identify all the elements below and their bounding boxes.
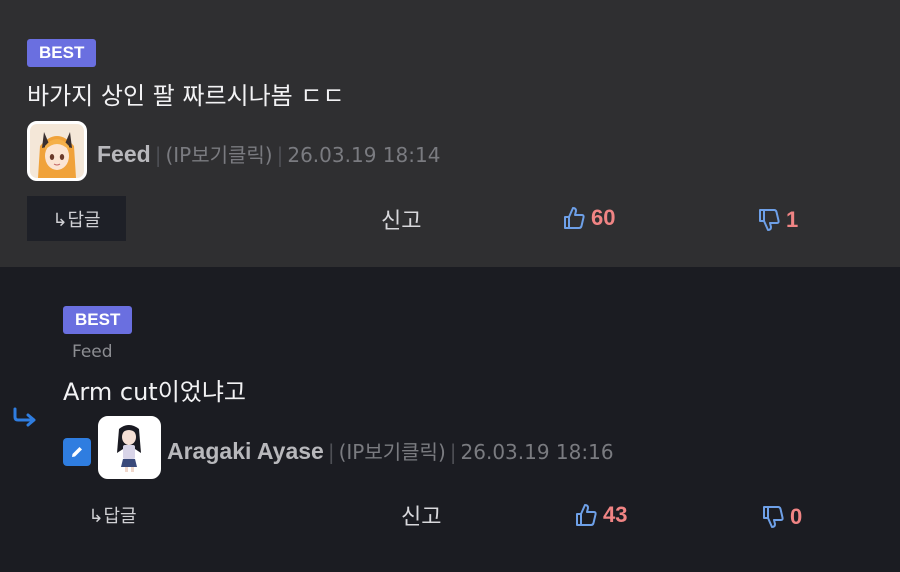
author-name[interactable]: Feed: [97, 141, 151, 167]
dislike-count: 1: [786, 207, 799, 232]
report-button[interactable]: 신고: [401, 499, 441, 531]
meta-separator: |: [449, 440, 457, 464]
reply-button[interactable]: ↳답글: [63, 495, 162, 535]
comment-text: Arm cut이었냐고: [63, 378, 247, 406]
anime-avatar-image: [101, 419, 158, 476]
thumbs-down-icon: [763, 506, 784, 528]
thumbs-up-icon: [564, 207, 585, 229]
comment-meta: Feed | (IP보기클릭) | 26.03.19 18:14: [97, 139, 440, 168]
comment-date: 26.03.19 18:14: [287, 143, 441, 167]
like-count: 43: [603, 502, 628, 527]
comment-best-1: BEST 바가지 상인 팔 짜르시나봄 ㄷㄷ Feed | (IP보기클릭) | 26.…: [0, 0, 900, 267]
author-name[interactable]: Aragaki Ayase: [167, 438, 324, 464]
ip-view-link[interactable]: (IP보기클릭): [339, 440, 446, 464]
anime-avatar-image: [30, 124, 84, 178]
comment-best-2-reply: BEST Feed Arm cut이었냐고 Aragaki Ayase | (IP보…: [0, 267, 900, 572]
avatar[interactable]: [98, 416, 161, 479]
comment-meta: Aragaki Ayase | (IP보기클릭) | 26.03.19 18:16: [167, 436, 614, 465]
comment-date: 26.03.19 18:16: [460, 440, 614, 464]
like-count: 60: [591, 205, 616, 230]
avatar[interactable]: [27, 121, 87, 181]
report-button[interactable]: 신고: [381, 203, 421, 235]
like-button[interactable]: 43: [575, 502, 627, 528]
meta-separator: |: [327, 440, 335, 464]
dislike-button[interactable]: 0: [762, 504, 802, 530]
thumbs-down-icon: [759, 209, 780, 231]
thumbs-up-icon: [576, 504, 597, 526]
dislike-count: 0: [790, 504, 803, 529]
reply-arrow-icon: [13, 407, 36, 427]
like-button[interactable]: 60: [563, 205, 615, 231]
meta-separator: |: [154, 143, 162, 167]
comment-text: 바가지 상인 팔 짜르시나봄 ㄷㄷ: [27, 82, 345, 110]
edit-icon[interactable]: [63, 438, 91, 466]
ip-view-link[interactable]: (IP보기클릭): [165, 143, 272, 167]
pencil-icon: [72, 447, 82, 457]
reply-parent-author: Feed: [72, 342, 113, 362]
best-badge: BEST: [63, 306, 133, 334]
reply-button[interactable]: ↳답글: [27, 196, 126, 241]
meta-separator: |: [276, 143, 284, 167]
dislike-button[interactable]: 1: [758, 207, 798, 233]
best-badge: BEST: [27, 39, 97, 67]
